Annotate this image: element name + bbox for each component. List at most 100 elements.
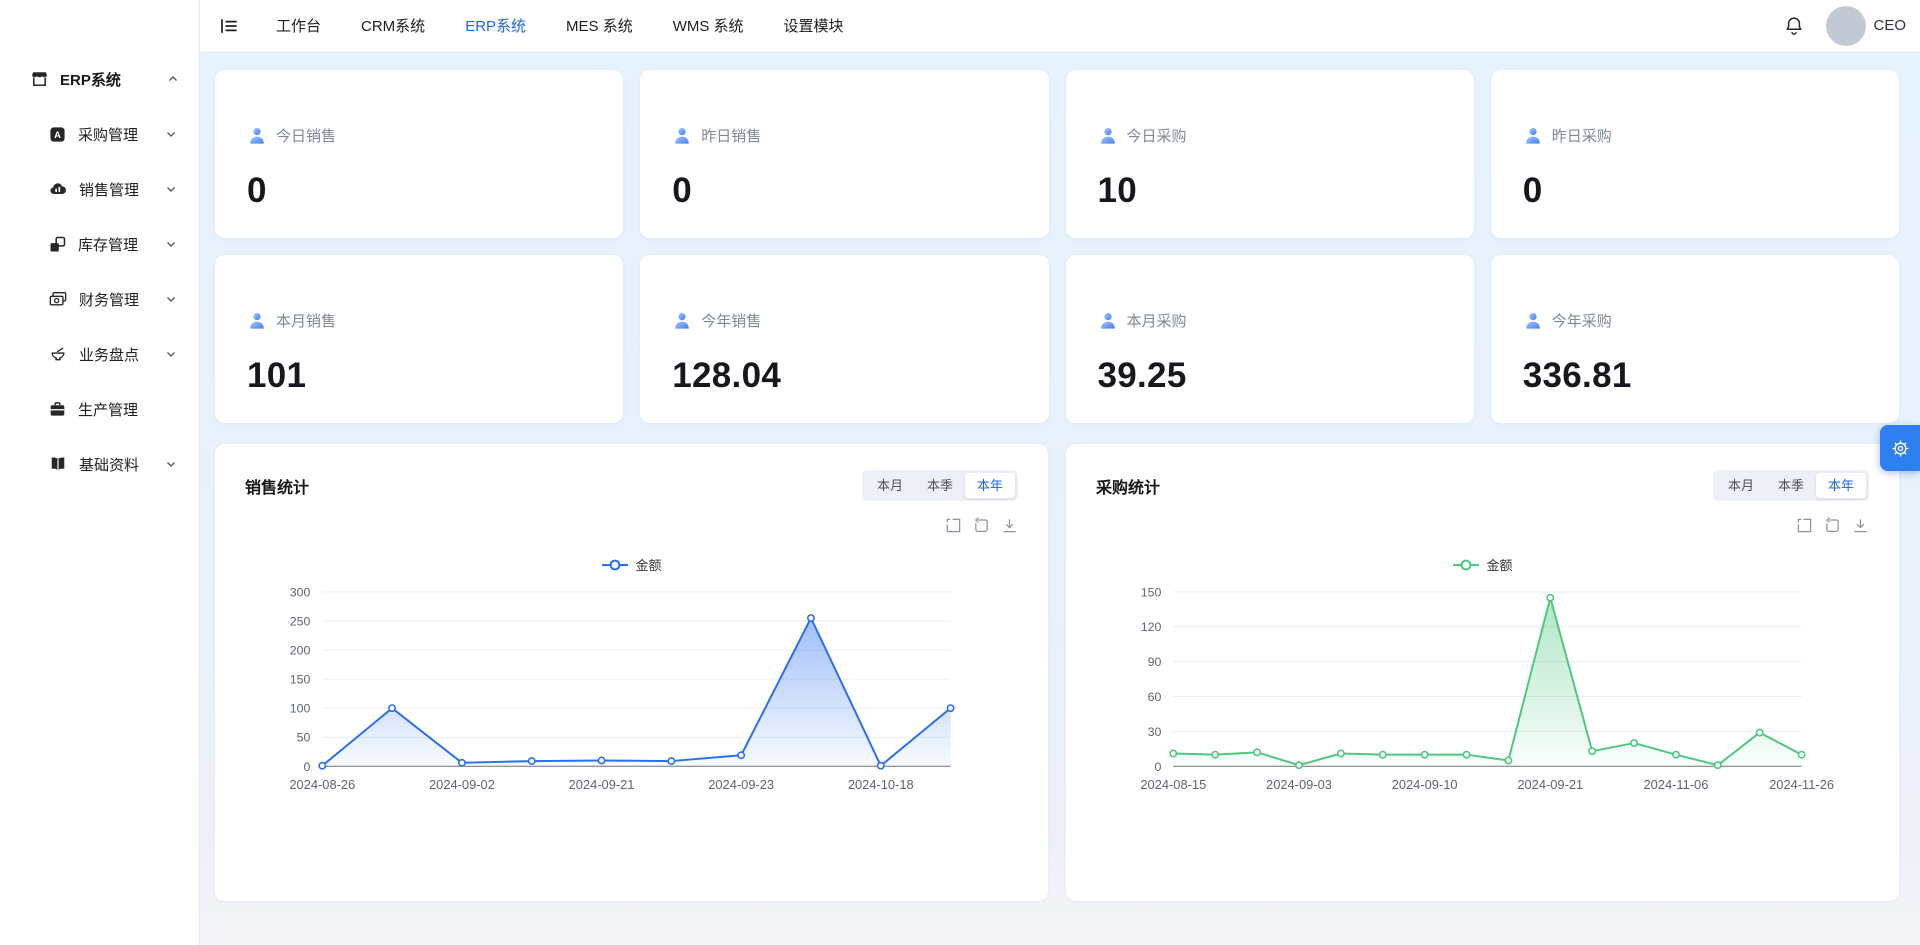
download-icon[interactable]: [1852, 517, 1869, 534]
stat-label: 今日采购: [1127, 125, 1187, 146]
svg-text:2024-11-06: 2024-11-06: [1643, 777, 1708, 792]
chart-toolbox: [1796, 517, 1869, 534]
range-tabs: 本月 本季 本年: [1713, 470, 1869, 501]
stocktake-bowl-icon: [49, 345, 67, 363]
notification-bell-icon[interactable]: [1784, 15, 1804, 36]
theme-settings-button[interactable]: [1880, 425, 1920, 471]
sidebar-item-inventory[interactable]: 库存管理: [0, 224, 199, 264]
svg-text:2024-09-23: 2024-09-23: [708, 777, 774, 792]
svg-text:200: 200: [290, 643, 311, 657]
stat-label: 本月销售: [276, 310, 336, 331]
svg-text:150: 150: [1141, 585, 1162, 599]
stat-cards-row-2: 本月销售 101 今年销售 128.04 本月采购 39.25 今年采购 336…: [215, 255, 1899, 423]
stat-value: 101: [247, 356, 591, 396]
sidebar-item-label: 基础资料: [79, 454, 153, 475]
svg-text:2024-09-03: 2024-09-03: [1266, 777, 1332, 792]
user-name: CEO: [1873, 17, 1906, 34]
dashboard-content: 今日销售 0 昨日销售 0 今日采购 10 昨日采购 0: [200, 52, 1920, 945]
nav-tab-crm[interactable]: CRM系统: [361, 15, 425, 36]
person-blue-icon: [247, 311, 267, 331]
top-navbar: 工作台 CRM系统 ERP系统 MES 系统 WMS 系统 设置模块 CEO: [200, 0, 1920, 52]
tab-this-month[interactable]: 本月: [865, 473, 915, 498]
svg-text:60: 60: [1148, 690, 1162, 704]
legend-label: 金额: [1486, 555, 1512, 574]
tab-this-month[interactable]: 本月: [1716, 473, 1766, 498]
tab-this-year[interactable]: 本年: [1816, 473, 1866, 498]
menu-fold-icon[interactable]: [215, 12, 243, 40]
restore-icon[interactable]: [973, 517, 990, 534]
data-zoom-icon[interactable]: [1796, 517, 1813, 534]
chart-legend[interactable]: 金额: [245, 555, 1018, 574]
stat-label: 本月采购: [1127, 310, 1187, 331]
nav-tab-wms[interactable]: WMS 系统: [673, 15, 744, 36]
svg-text:2024-11-26: 2024-11-26: [1769, 777, 1834, 792]
stat-value: 0: [672, 171, 1016, 211]
svg-text:150: 150: [290, 673, 311, 687]
sales-line-chart: 0501001502002503002024-08-262024-09-0220…: [245, 580, 1018, 798]
chart-toolbox: [945, 517, 1018, 534]
svg-text:2024-10-18: 2024-10-18: [848, 777, 914, 792]
sidebar-item-label: 库存管理: [78, 234, 153, 255]
svg-text:300: 300: [290, 585, 311, 599]
avatar[interactable]: [1826, 6, 1866, 46]
navbar-right: CEO: [1784, 6, 1906, 46]
stat-label: 今年销售: [701, 310, 761, 331]
sidebar-item-label: 采购管理: [78, 124, 153, 145]
stat-value: 336.81: [1523, 356, 1867, 396]
sidebar-item-erp-root[interactable]: ERP系统: [0, 59, 199, 99]
purchase-stats-panel: 采购统计 本月 本季 本年: [1066, 444, 1899, 901]
nav-tab-settings[interactable]: 设置模块: [784, 15, 844, 36]
sidebar: ERP系统 A 采购管理 销售管理 库存管理 财务管理 业务盘点: [0, 0, 200, 945]
tab-this-quarter[interactable]: 本季: [1766, 473, 1816, 498]
svg-text:50: 50: [297, 731, 311, 745]
sidebar-item-base-data[interactable]: 基础资料: [0, 444, 199, 484]
chevron-down-icon: [165, 183, 177, 195]
chart-legend[interactable]: 金额: [1096, 555, 1869, 574]
sidebar-item-sales[interactable]: 销售管理: [0, 169, 199, 209]
stat-card-month-sales: 本月销售 101: [215, 255, 623, 423]
gear-icon: [1891, 439, 1910, 458]
stat-value: 10: [1098, 171, 1442, 211]
stat-value: 0: [247, 171, 591, 211]
storefront-icon: [30, 70, 49, 89]
chevron-down-icon: [165, 458, 177, 470]
restore-icon[interactable]: [1824, 517, 1841, 534]
download-icon[interactable]: [1001, 517, 1018, 534]
person-blue-icon: [1523, 311, 1543, 331]
stat-card-yesterday-purchase: 昨日采购 0: [1491, 70, 1899, 238]
stat-value: 0: [1523, 171, 1867, 211]
stat-label: 今日销售: [276, 125, 336, 146]
svg-text:2024-08-15: 2024-08-15: [1140, 777, 1206, 792]
tab-this-year[interactable]: 本年: [965, 473, 1015, 498]
person-blue-icon: [1523, 126, 1543, 146]
svg-text:2024-09-21: 2024-09-21: [1517, 777, 1583, 792]
sidebar-item-finance[interactable]: 财务管理: [0, 279, 199, 319]
sales-cloud-icon: [49, 180, 67, 198]
sidebar-item-purchase[interactable]: A 采购管理: [0, 114, 199, 154]
sidebar-item-label: 财务管理: [79, 289, 153, 310]
person-blue-icon: [1098, 126, 1118, 146]
stat-value: 39.25: [1098, 356, 1442, 396]
nav-tab-workbench[interactable]: 工作台: [276, 15, 321, 36]
legend-line-marker-icon: [601, 559, 629, 571]
sales-stats-panel: 销售统计 本月 本季 本年: [215, 444, 1048, 901]
svg-text:100: 100: [290, 702, 311, 716]
sidebar-item-production[interactable]: 生产管理: [0, 389, 199, 429]
inventory-boxes-icon: [49, 236, 66, 253]
stat-cards-row-1: 今日销售 0 昨日销售 0 今日采购 10 昨日采购 0: [215, 70, 1899, 238]
legend-line-marker-icon: [1452, 559, 1480, 571]
nav-tab-erp[interactable]: ERP系统: [465, 15, 526, 36]
base-data-book-icon: [49, 455, 67, 473]
purchase-icon: A: [49, 126, 66, 143]
svg-text:0: 0: [1155, 760, 1162, 774]
stat-label: 今年采购: [1552, 310, 1612, 331]
chevron-up-icon: [167, 73, 179, 85]
nav-tab-mes[interactable]: MES 系统: [566, 15, 633, 36]
tab-this-quarter[interactable]: 本季: [915, 473, 965, 498]
stat-card-yesterday-sales: 昨日销售 0: [640, 70, 1048, 238]
data-zoom-icon[interactable]: [945, 517, 962, 534]
sidebar-root-label: ERP系统: [60, 69, 156, 90]
sidebar-item-label: 生产管理: [78, 399, 177, 420]
charts-row: 销售统计 本月 本季 本年: [215, 444, 1899, 901]
sidebar-item-stocktake[interactable]: 业务盘点: [0, 334, 199, 374]
